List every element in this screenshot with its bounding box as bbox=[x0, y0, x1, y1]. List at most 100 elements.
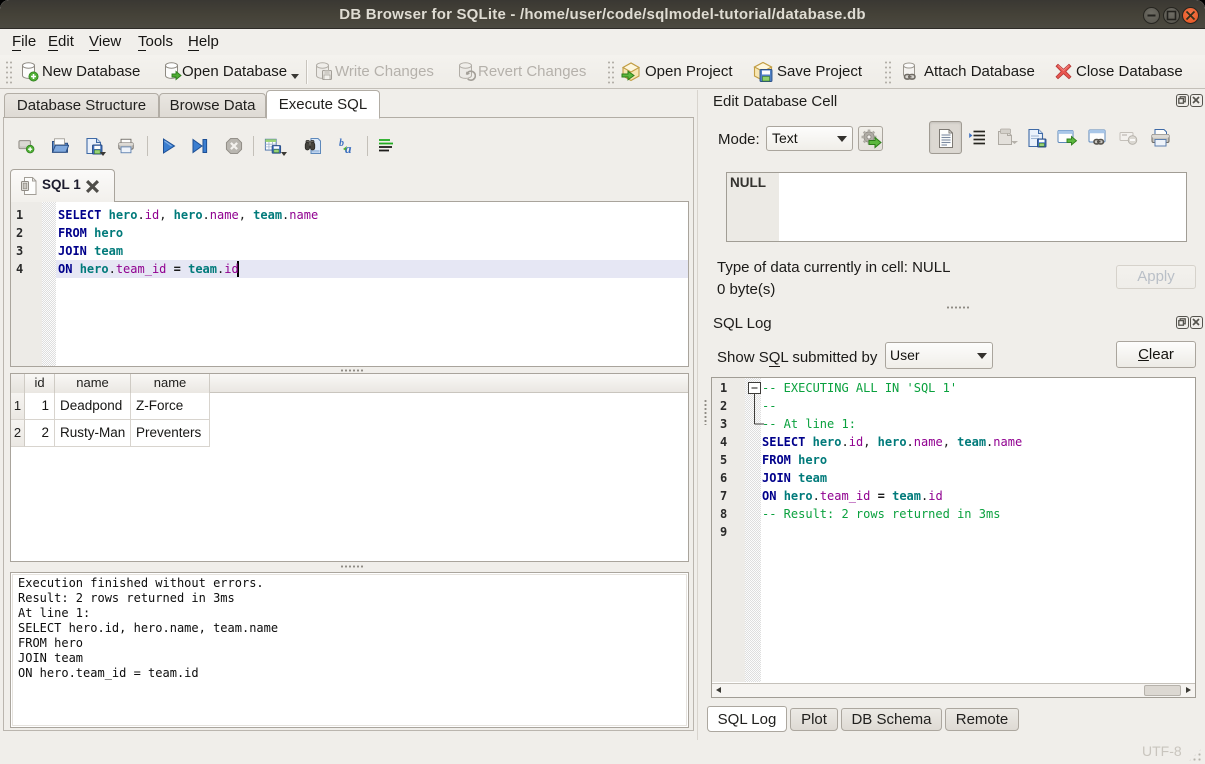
minimize-button[interactable] bbox=[1143, 7, 1160, 24]
editor-table-splitter[interactable] bbox=[340, 369, 364, 372]
message-line: ON hero.team_id = team.id bbox=[18, 666, 199, 681]
write-changes-label[interactable]: Write Changes bbox=[335, 63, 434, 80]
print-sql-icon[interactable] bbox=[117, 137, 135, 155]
toolbar-drag-handle-3[interactable] bbox=[884, 60, 891, 84]
results-table[interactable]: id name name 11DeadpondZ-Force22Rusty-Ma… bbox=[10, 373, 689, 562]
scrollbar-thumb[interactable] bbox=[1144, 685, 1181, 696]
execute-line-icon[interactable] bbox=[191, 137, 209, 155]
bottom-tab-remote[interactable]: Remote bbox=[945, 708, 1019, 731]
table-corner-cell[interactable] bbox=[11, 374, 25, 393]
table-cell[interactable]: Z-Force bbox=[131, 393, 210, 420]
edit-cell-float-button[interactable] bbox=[1176, 94, 1189, 107]
stop-sql-icon[interactable] bbox=[225, 137, 243, 155]
sql-tab[interactable]: SQL 1 bbox=[10, 169, 115, 202]
float-icon bbox=[1177, 95, 1187, 105]
dock-splitter-handle[interactable] bbox=[946, 306, 970, 309]
open-project-icon bbox=[620, 61, 642, 83]
close-sql-tab-icon[interactable] bbox=[85, 179, 100, 194]
open-in-external-icon[interactable] bbox=[1057, 129, 1078, 147]
open-database-dropdown-arrow[interactable] bbox=[291, 74, 299, 79]
show-sql-label: Show SQL submitted by bbox=[717, 349, 877, 366]
print-cell-icon[interactable] bbox=[1150, 128, 1171, 148]
sql-log-float-button[interactable] bbox=[1176, 316, 1189, 329]
main-dock-separator bbox=[697, 90, 698, 740]
menu-help[interactable]: Help bbox=[188, 33, 219, 50]
menu-file[interactable]: File bbox=[12, 33, 36, 50]
code-line: SELECT hero.id, hero.name, team.name bbox=[762, 433, 1022, 451]
export-results-icon[interactable] bbox=[264, 137, 282, 155]
word-wrap-icon[interactable] bbox=[377, 137, 395, 155]
new-database-label[interactable]: New Database bbox=[42, 63, 140, 80]
attach-database-label[interactable]: Attach Database bbox=[924, 63, 1035, 80]
maximize-icon bbox=[1164, 8, 1179, 23]
bottom-tab-sql-log[interactable]: SQL Log bbox=[707, 706, 787, 732]
toolbar-drag-handle-2[interactable] bbox=[607, 60, 614, 84]
set-null-icon[interactable] bbox=[1119, 130, 1140, 146]
open-database-icon bbox=[163, 61, 182, 82]
table-cell[interactable]: Deadpond bbox=[55, 393, 131, 420]
open-project-label[interactable]: Open Project bbox=[645, 63, 733, 80]
scroll-left-button[interactable] bbox=[712, 684, 726, 697]
edit-cell-close-button[interactable] bbox=[1190, 94, 1203, 107]
menu-tools[interactable]: Tools bbox=[138, 33, 173, 50]
export-results-dropdown-arrow[interactable] bbox=[281, 152, 287, 156]
main-dock-splitter-handle[interactable] bbox=[704, 399, 707, 425]
word-wrap-cell-icon[interactable] bbox=[968, 129, 987, 147]
log-horizontal-scrollbar[interactable] bbox=[712, 683, 1195, 697]
sql-toolbar-separator-3 bbox=[367, 136, 368, 156]
bottom-tab-plot[interactable]: Plot bbox=[790, 708, 838, 731]
sql-document-icon bbox=[20, 176, 38, 196]
table-message-splitter[interactable] bbox=[340, 565, 364, 568]
tab-execute-sql[interactable]: Execute SQL bbox=[266, 90, 380, 119]
table-cell[interactable]: Rusty-Man bbox=[55, 420, 131, 447]
column-header-name-2[interactable]: name bbox=[131, 374, 210, 393]
new-database-icon bbox=[20, 61, 39, 82]
find-icon[interactable] bbox=[304, 137, 322, 155]
open-sql-file-icon[interactable] bbox=[51, 137, 69, 155]
save-sql-dropdown-arrow[interactable] bbox=[100, 152, 106, 156]
save-project-label[interactable]: Save Project bbox=[777, 63, 862, 80]
execution-message-box[interactable]: Execution finished without errors.Result… bbox=[10, 572, 689, 728]
line-number: 9 bbox=[720, 523, 727, 541]
bottom-tab-db-schema[interactable]: DB Schema bbox=[841, 708, 942, 731]
sql-editor[interactable]: 1SELECT hero.id, hero.name, team.name2FR… bbox=[10, 201, 689, 367]
table-cell[interactable]: 1 bbox=[25, 393, 55, 420]
tab-database-structure[interactable]: Database Structure bbox=[4, 93, 159, 118]
close-button[interactable] bbox=[1182, 7, 1199, 24]
revert-changes-icon bbox=[457, 61, 476, 82]
toolbar-drag-handle[interactable] bbox=[5, 60, 12, 84]
menu-edit[interactable]: Edit bbox=[48, 33, 74, 50]
export-cell-data-icon[interactable] bbox=[1027, 128, 1047, 148]
new-sql-tab-icon[interactable] bbox=[18, 137, 36, 155]
column-header-name[interactable]: name bbox=[55, 374, 131, 393]
clear-log-button[interactable]: Clear bbox=[1116, 341, 1196, 368]
import-cell-data-icon[interactable] bbox=[996, 128, 1018, 148]
open-database-label[interactable]: Open Database bbox=[182, 63, 287, 80]
column-header-id[interactable]: id bbox=[25, 374, 55, 393]
sql-log-view[interactable]: 1-- EXECUTING ALL IN 'SQL 1'2--3-- At li… bbox=[711, 377, 1196, 698]
menu-view[interactable]: View bbox=[89, 33, 121, 50]
copy-link-icon[interactable] bbox=[1088, 129, 1109, 147]
sql-log-filter-combobox[interactable]: User bbox=[885, 342, 993, 369]
format-sql-icon[interactable]: b a bbox=[338, 137, 356, 155]
title-bar[interactable]: DB Browser for SQLite - /home/user/code/… bbox=[0, 0, 1205, 29]
apply-button[interactable]: Apply bbox=[1116, 265, 1196, 289]
table-cell[interactable]: 2 bbox=[25, 420, 55, 447]
row-header[interactable]: 1 bbox=[11, 393, 25, 420]
revert-changes-label[interactable]: Revert Changes bbox=[478, 63, 586, 80]
maximize-button[interactable] bbox=[1163, 7, 1180, 24]
sql-log-close-button[interactable] bbox=[1190, 316, 1203, 329]
import-export-settings-button[interactable] bbox=[858, 126, 883, 151]
cell-value-editor[interactable]: NULL bbox=[726, 172, 1187, 242]
text-mode-button[interactable] bbox=[929, 121, 962, 154]
resize-grip[interactable] bbox=[1188, 748, 1202, 762]
row-header[interactable]: 2 bbox=[11, 420, 25, 447]
tab-browse-data[interactable]: Browse Data bbox=[159, 93, 266, 118]
message-line: SELECT hero.id, hero.name, team.name bbox=[18, 621, 278, 636]
write-changes-icon bbox=[314, 61, 333, 82]
execute-sql-icon[interactable] bbox=[160, 137, 178, 155]
mode-combobox[interactable]: Text bbox=[766, 126, 853, 151]
scroll-right-button[interactable] bbox=[1181, 684, 1195, 697]
table-cell[interactable]: Preventers bbox=[131, 420, 210, 447]
close-database-label[interactable]: Close Database bbox=[1076, 63, 1183, 80]
